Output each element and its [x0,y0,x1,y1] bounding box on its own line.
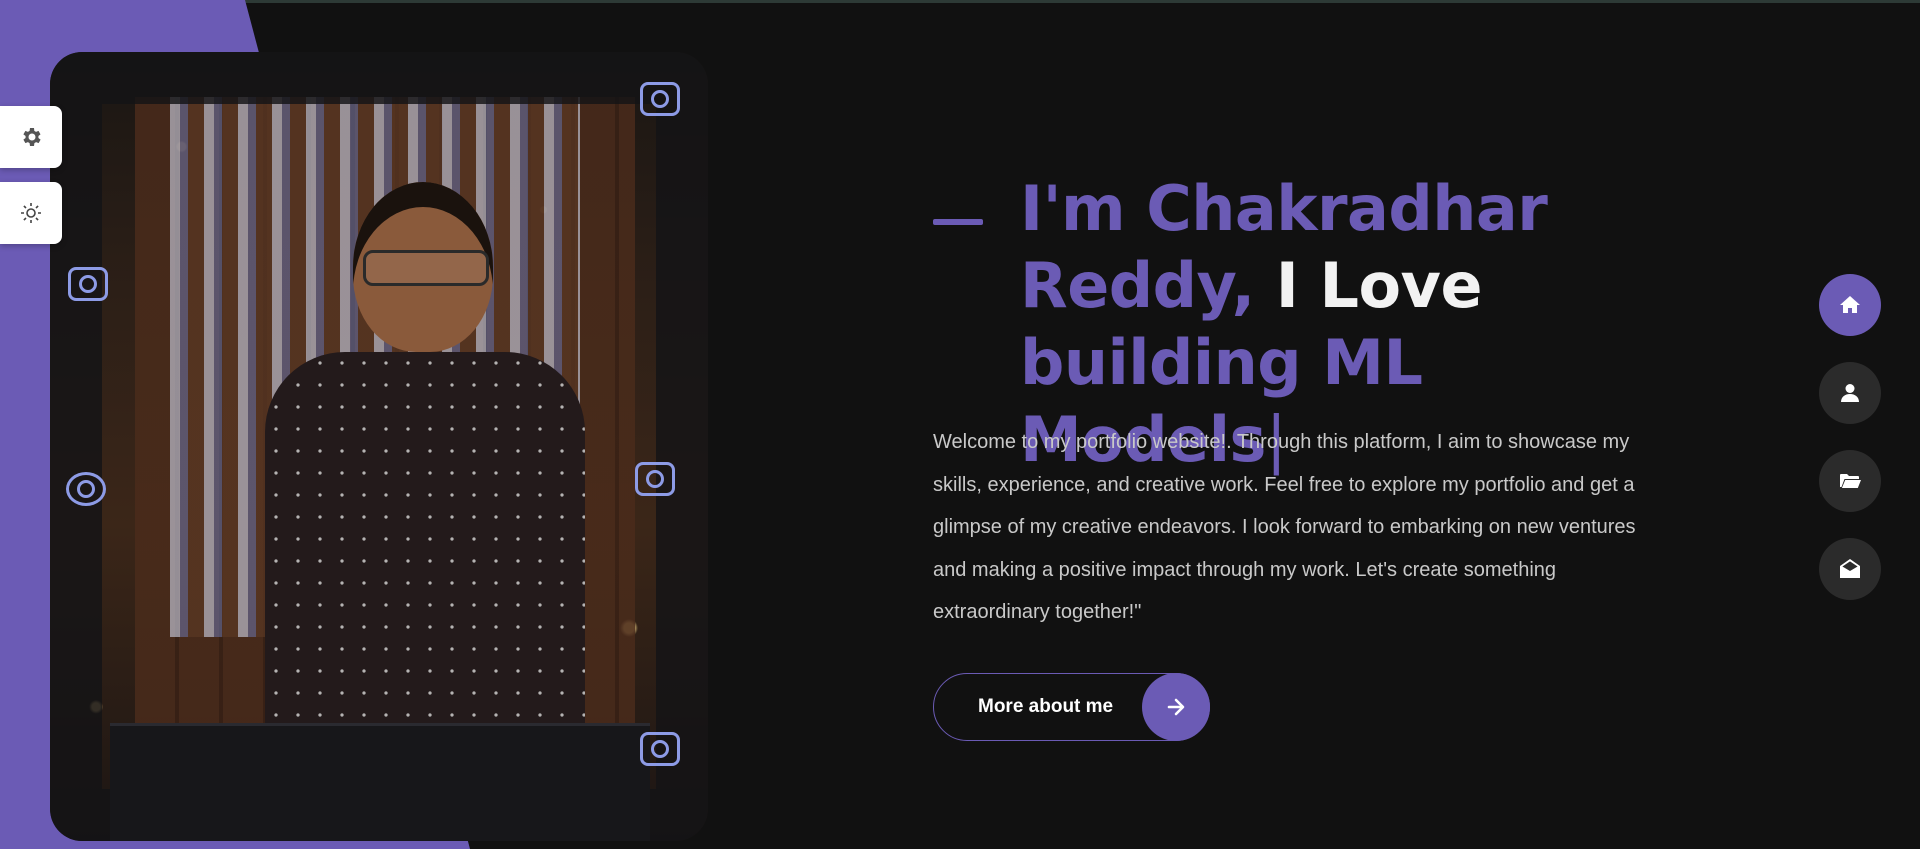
heading-name-line: I'm Chakradhar [1020,172,1548,245]
sun-icon [21,203,41,223]
camera-sticker-icon [640,732,680,766]
heading-accent-dash [933,219,983,225]
camera-sticker-icon [635,462,675,496]
camera-sticker-icon [640,82,680,116]
profile-photo [50,52,708,841]
aperture-sticker-icon [66,472,106,506]
more-about-me-button[interactable]: More about me [933,673,1210,741]
heading-love-text: I Love [1254,249,1483,322]
theme-toggle-button[interactable] [0,182,62,244]
home-icon [1840,296,1860,313]
settings-button[interactable] [0,106,62,168]
gear-icon [23,128,41,146]
intro-paragraph: Welcome to my portfolio website!. Throug… [933,431,1636,623]
nav-about-button[interactable] [1819,362,1881,424]
section-nav [1819,274,1883,626]
nav-portfolio-button[interactable] [1819,450,1881,512]
user-icon [1841,384,1859,402]
top-border-line [0,0,1920,3]
nav-home-button[interactable] [1819,274,1881,336]
arrow-right-icon [1142,673,1210,741]
camera-sticker-icon [68,267,108,301]
heading-name-surname: Reddy, [1020,249,1255,322]
folder-open-icon [1840,474,1861,488]
frame-bottom-board [110,723,650,841]
side-tools-panel [0,106,62,258]
nav-contact-button[interactable] [1819,538,1881,600]
envelope-open-icon [1840,559,1860,578]
more-about-me-label: More about me [978,696,1114,717]
